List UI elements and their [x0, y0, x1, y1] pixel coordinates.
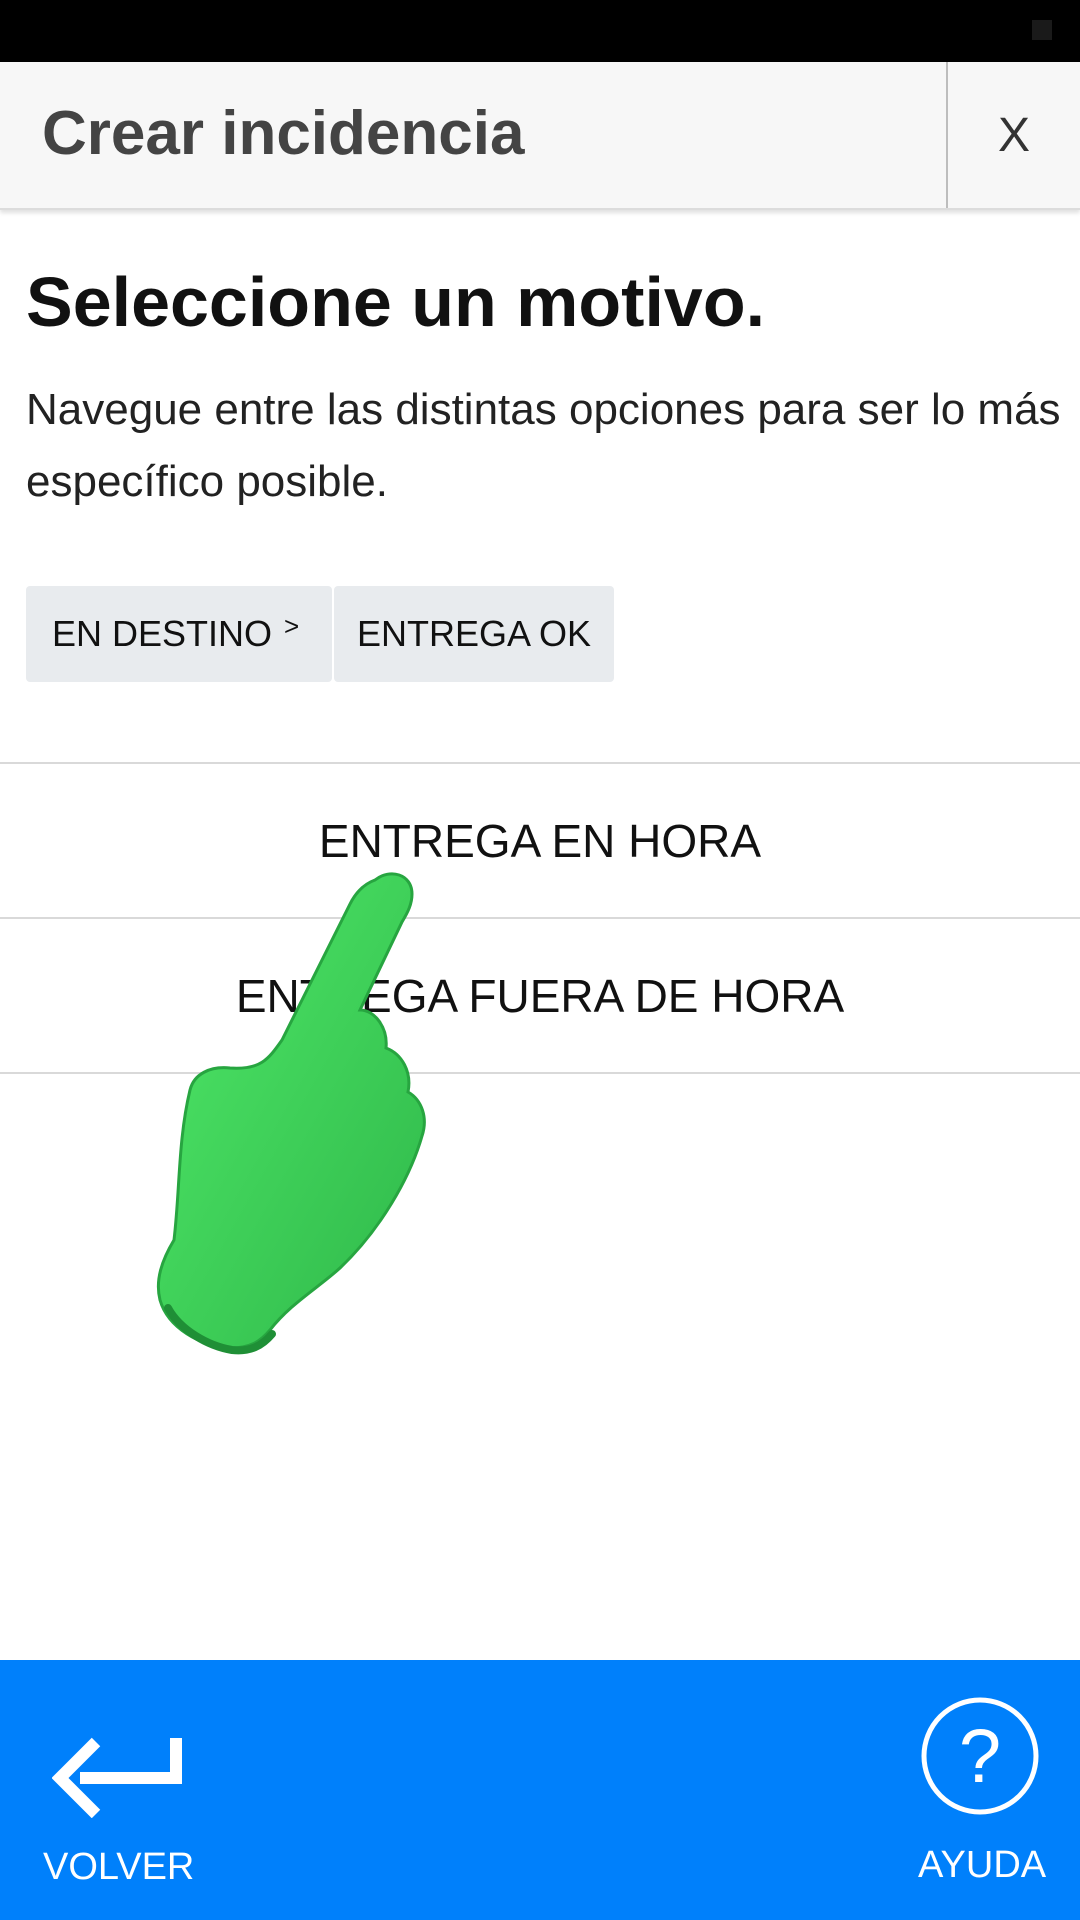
section-description: Navegue entre las distintas opciones par… — [26, 385, 1061, 506]
help-label: AYUDA — [918, 1844, 1047, 1886]
svg-text:?: ? — [959, 1714, 1001, 1799]
option-entrega-en-hora[interactable]: ENTREGA EN HORA — [0, 764, 1080, 917]
breadcrumb-item-entrega-ok[interactable]: ENTREGA OK — [334, 586, 614, 682]
status-indicator-icon — [1032, 20, 1052, 40]
bottom-toolbar: VOLVER ? AYUDA — [0, 1660, 1080, 1920]
back-button[interactable]: VOLVER — [40, 1720, 200, 1890]
back-arrow-icon — [52, 1737, 182, 1818]
app-header: Crear incidencia X — [0, 62, 1080, 210]
section-heading: Seleccione un motivo. — [26, 263, 766, 341]
breadcrumb-label: ENTREGA OK — [356, 613, 592, 654]
breadcrumb: EN DESTINO > ENTREGA OK — [26, 586, 614, 682]
back-label: VOLVER — [43, 1846, 195, 1888]
option-entrega-fuera-de-hora[interactable]: ENTREGA FUERA DE HORA — [0, 919, 1080, 1072]
help-circle-icon: ? — [921, 1697, 1039, 1815]
status-bar — [0, 0, 1080, 62]
close-button[interactable]: X — [946, 62, 1080, 208]
close-icon: X — [997, 108, 1030, 162]
breadcrumb-label: EN DESTINO — [52, 613, 273, 654]
chevron-right-icon: > — [284, 610, 300, 641]
divider — [0, 1072, 1080, 1074]
reason-list: ENTREGA EN HORA ENTREGA FUERA DE HORA — [0, 762, 1080, 1074]
breadcrumb-item-en-destino[interactable]: EN DESTINO > — [26, 586, 332, 682]
option-label: ENTREGA FUERA DE HORA — [235, 969, 845, 1022]
help-button[interactable]: ? AYUDA — [918, 1696, 1046, 1896]
option-label: ENTREGA EN HORA — [318, 814, 762, 867]
page-title: Crear incidencia — [42, 99, 525, 168]
